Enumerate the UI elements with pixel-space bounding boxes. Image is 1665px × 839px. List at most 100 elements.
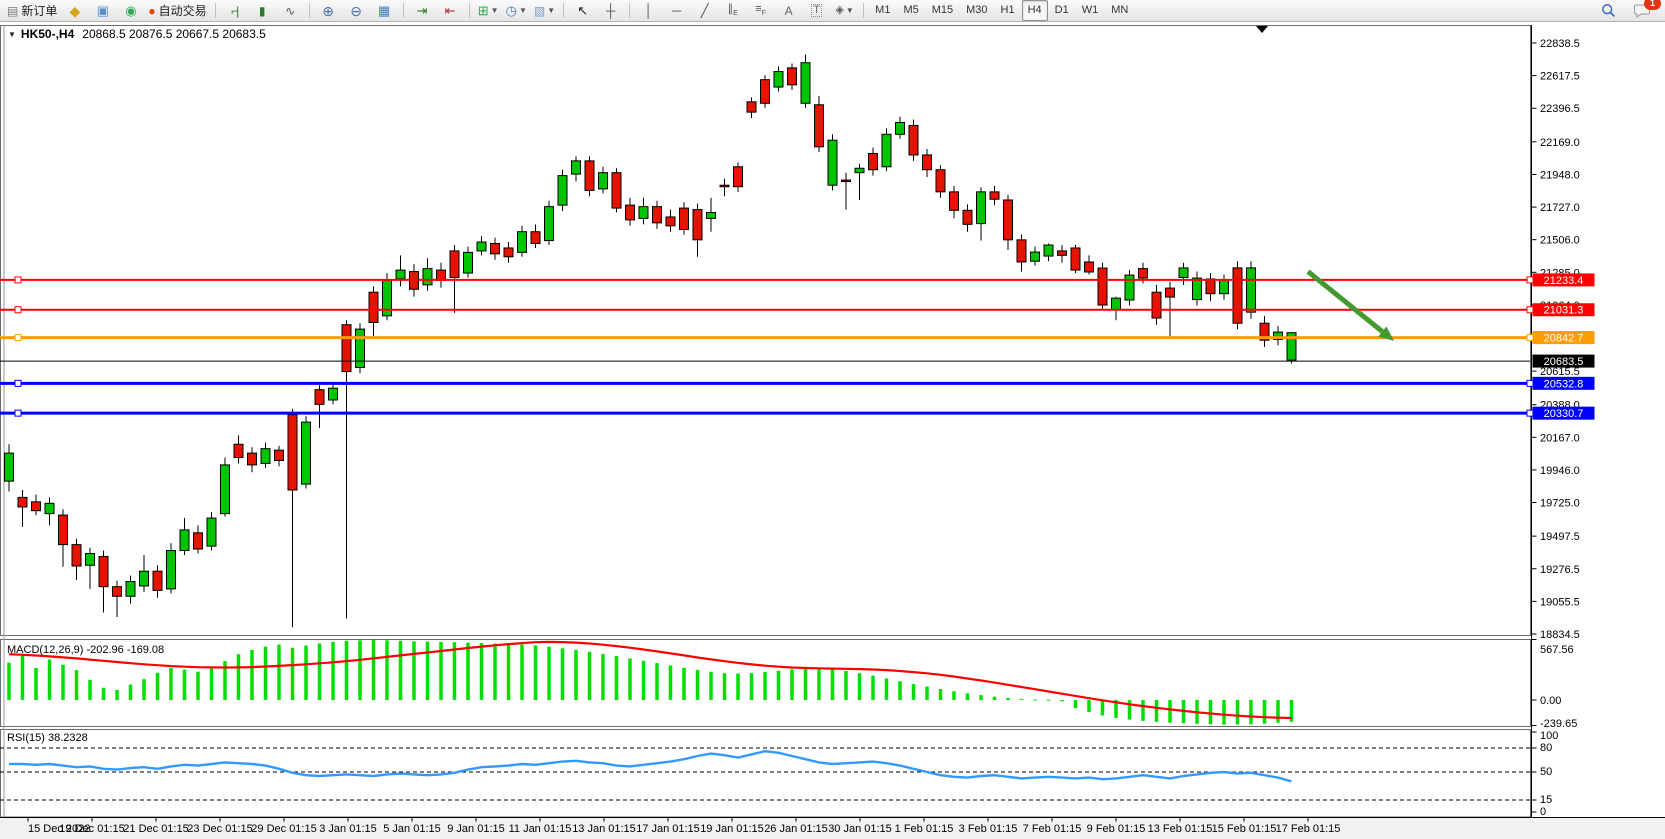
chart-shift-icon: ⇥ — [417, 4, 428, 17]
hline-handle[interactable] — [1527, 410, 1533, 416]
date-tick-label: 26 Jan 01:15 — [764, 823, 828, 835]
candle-body — [261, 449, 270, 464]
horizontal-line-button[interactable]: ─ — [663, 0, 690, 21]
candle-body — [1071, 248, 1080, 270]
chevron-down-icon: ▼ — [846, 6, 854, 15]
periods-button[interactable]: ◷▼ — [503, 0, 530, 21]
candle-body — [774, 72, 783, 87]
cursor-button[interactable]: ↖ — [569, 0, 596, 21]
candle-body — [329, 388, 338, 400]
text-label-button[interactable]: T — [803, 0, 830, 21]
timeframe-button-M5[interactable]: M5 — [897, 0, 924, 21]
hline-handle[interactable] — [15, 335, 21, 341]
new-order-label: 新订单 — [21, 2, 57, 19]
profiles-button[interactable]: ▣ — [89, 0, 116, 21]
macd-hist-bar — [804, 669, 808, 700]
candle-body — [612, 173, 621, 208]
new-order-button[interactable]: ▤ 新订单 — [4, 0, 60, 21]
line-chart-button[interactable]: ∿ — [277, 0, 304, 21]
indicators-button[interactable]: ⊞▼ — [475, 0, 502, 21]
timeframe-button-H4[interactable]: H4 — [1022, 0, 1048, 21]
chevron-down-icon: ▼ — [519, 6, 527, 15]
candle-body — [923, 155, 932, 170]
hline-handle[interactable] — [1527, 277, 1533, 283]
crosshair-button[interactable]: ┼ — [597, 0, 624, 21]
notifications-button[interactable]: 1 — [1628, 0, 1655, 21]
candle-body — [1139, 269, 1148, 278]
macd-hist-bar — [682, 668, 686, 700]
chart-symbol-period: HK50-,H4 — [21, 27, 74, 41]
candle-body — [45, 503, 54, 513]
macd-hist-bar — [7, 663, 11, 700]
timeframe-button-H1[interactable]: H1 — [995, 0, 1021, 21]
timeframe-button-D1[interactable]: D1 — [1049, 0, 1075, 21]
templates-button[interactable]: ▧▼ — [531, 0, 558, 21]
vertical-line-button[interactable]: │ — [635, 0, 662, 21]
macd-hist-bar — [237, 654, 241, 700]
zoom-in-button[interactable]: ⊕ — [315, 0, 342, 21]
price-tick-label: 19725.0 — [1540, 498, 1580, 510]
date-tick-label: 23 Dec 01:15 — [187, 823, 252, 835]
autotrading-button[interactable]: ● 自动交易 — [145, 0, 209, 21]
bar-chart-icon: ⌐| — [231, 5, 237, 17]
macd-axis-label: 0.00 — [1540, 695, 1561, 707]
macd-hist-bar — [48, 659, 52, 700]
macd-hist-bar — [1087, 700, 1091, 712]
auto-scroll-button[interactable]: ⇤ — [437, 0, 464, 21]
candle-body — [477, 242, 486, 251]
macd-hist-bar — [898, 681, 902, 700]
macd-hist-bar — [588, 652, 592, 700]
toolbar-separator — [563, 3, 564, 18]
candle-body — [801, 63, 810, 104]
new-order-icon: ▤ — [7, 5, 18, 17]
candle-body — [653, 207, 662, 223]
candle-body — [747, 102, 756, 112]
bar-chart-button[interactable]: ⌐| — [221, 0, 248, 21]
macd-hist-bar — [763, 672, 767, 700]
hline-handle[interactable] — [15, 307, 21, 313]
trendline-button[interactable]: ╱ — [691, 0, 718, 21]
timeframe-button-M1[interactable]: M1 — [869, 0, 896, 21]
hline-handle[interactable] — [15, 410, 21, 416]
timeframe-button-W1[interactable]: W1 — [1076, 0, 1105, 21]
candle-body — [491, 244, 500, 254]
candle-body — [1220, 280, 1229, 293]
candle-body — [437, 270, 446, 280]
text-button[interactable]: A — [775, 0, 802, 21]
date-tick-label: 5 Jan 01:15 — [383, 823, 441, 835]
candle-body — [1098, 268, 1107, 305]
chart-window[interactable]: 22838.522617.522396.522169.021948.021727… — [0, 22, 1665, 839]
macd-hist-bar — [1155, 700, 1159, 722]
search-button[interactable] — [1595, 0, 1622, 21]
candle-body — [518, 232, 527, 253]
price-chart[interactable]: 22838.522617.522396.522169.021948.021727… — [0, 22, 1665, 839]
hline-handle[interactable] — [1527, 380, 1533, 386]
hline-handle[interactable] — [15, 380, 21, 386]
channel-button[interactable]: ∥E — [719, 0, 746, 21]
macd-hist-bar — [750, 673, 754, 700]
timeframe-button-M15[interactable]: M15 — [926, 0, 959, 21]
macd-hist-bar — [142, 679, 146, 700]
timeframe-button-MN[interactable]: MN — [1105, 0, 1134, 21]
metaeditor-button[interactable]: ◆ — [61, 0, 88, 21]
hline-handle[interactable] — [1527, 335, 1533, 341]
macd-hist-bar — [547, 647, 551, 700]
candle-body — [963, 210, 972, 224]
chart-shift-button[interactable]: ⇥ — [409, 0, 436, 21]
macd-hist-bar — [129, 685, 133, 700]
macd-hist-bar — [169, 668, 173, 700]
tile-windows-button[interactable]: ▦ — [371, 0, 398, 21]
zoom-out-button[interactable]: ⊖ — [343, 0, 370, 21]
macd-hist-bar — [1263, 700, 1267, 724]
hline-handle[interactable] — [1527, 307, 1533, 313]
signals-button[interactable]: ◉ — [117, 0, 144, 21]
hline-handle[interactable] — [15, 277, 21, 283]
price-label-text: 20842.7 — [1544, 333, 1584, 345]
candlestick-chart-button[interactable]: ▮ — [249, 0, 276, 21]
timeframe-button-M30[interactable]: M30 — [960, 0, 993, 21]
macd-hist-bar — [372, 640, 376, 700]
arrows-button[interactable]: ◈▼ — [831, 0, 858, 21]
fibonacci-button[interactable]: ≡F — [747, 0, 774, 21]
date-tick-label: 21 Dec 01:15 — [123, 823, 188, 835]
chart-dropdown-icon[interactable]: ▼ — [8, 30, 16, 39]
